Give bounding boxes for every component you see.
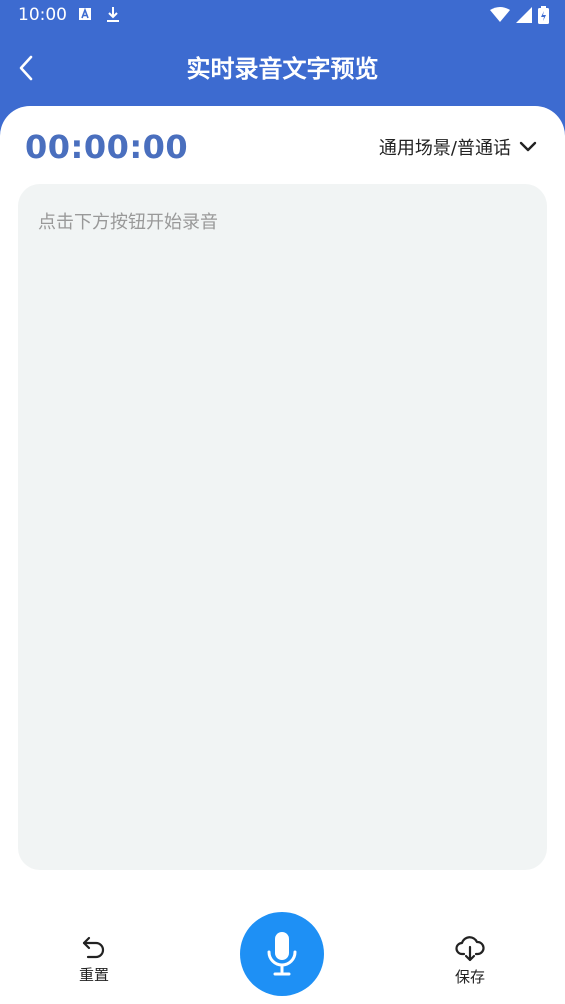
reset-label: 重置 xyxy=(78,966,109,984)
chevron-down-icon xyxy=(519,141,537,152)
undo-icon xyxy=(82,936,105,959)
wifi-icon xyxy=(490,7,510,22)
status-time: 10:00 xyxy=(18,5,67,25)
recorder-sheet: 00:00:00 通用场景/普通话 重置 保 xyxy=(0,106,565,1004)
scene-select-label: 通用场景/普通话 xyxy=(378,138,511,159)
signal-icon xyxy=(516,7,532,23)
scene-select[interactable]: 通用场景/普通话 xyxy=(379,134,537,160)
app-bar: 实时录音文字预览 xyxy=(0,30,565,108)
record-button[interactable] xyxy=(240,912,324,996)
status-left-icons xyxy=(78,6,120,24)
recording-timer: 00:00:00 xyxy=(25,128,189,166)
cloud-download-icon xyxy=(455,936,485,962)
microphone-icon xyxy=(267,932,297,976)
a-icon xyxy=(79,7,91,20)
download-icon xyxy=(107,7,119,22)
save-label: 保存 xyxy=(454,968,485,986)
page-title: 实时录音文字预览 xyxy=(186,55,379,83)
status-bar: 10:00 xyxy=(0,0,565,30)
bottom-toolbar: 重置 保存 xyxy=(0,906,565,1004)
save-button[interactable]: 保存 xyxy=(430,936,510,987)
battery-icon xyxy=(538,6,549,24)
reset-button[interactable]: 重置 xyxy=(54,936,134,985)
status-right-icons xyxy=(490,6,549,24)
transcript-textarea[interactable] xyxy=(18,184,547,870)
